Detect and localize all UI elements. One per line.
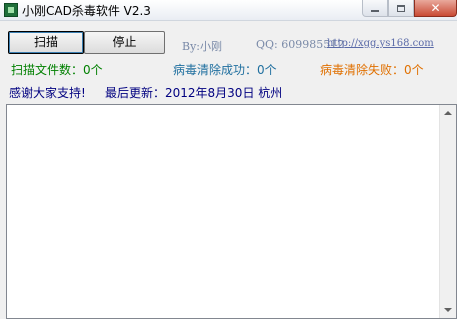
window-title: 小刚CAD杀毒软件 V2.3 (22, 4, 151, 18)
minimize-icon (371, 10, 379, 12)
close-button[interactable]: ✕ (414, 0, 457, 17)
author-label: By:小刚 (182, 40, 223, 53)
last-update-text: 最后更新：2012年8月30日 杭州 (105, 86, 283, 100)
close-icon: ✕ (430, 1, 441, 15)
minimize-button[interactable] (362, 0, 388, 17)
failed-count: 病毒清除失败：0个 (320, 63, 424, 77)
scroll-down-icon[interactable] (444, 308, 452, 312)
title-bar[interactable]: 小刚CAD杀毒软件 V2.3 ✕ (0, 0, 457, 21)
maximize-button[interactable] (388, 0, 414, 17)
stop-button[interactable]: 停止 (84, 31, 165, 54)
scanned-count: 扫描文件数：0个 (11, 63, 103, 77)
scan-log-box[interactable] (6, 104, 457, 319)
website-link[interactable]: http://xgg.ys168.com (327, 38, 434, 49)
thanks-text: 感谢大家支持! (9, 86, 86, 100)
scroll-up-icon[interactable] (444, 111, 452, 115)
cleaned-count: 病毒清除成功：0个 (173, 63, 277, 77)
vertical-scrollbar[interactable] (439, 105, 456, 318)
app-window: 小刚CAD杀毒软件 V2.3 ✕ 扫描 停止 By:小刚 QQ: 6099855… (0, 0, 457, 319)
app-icon (4, 3, 18, 17)
maximize-icon (397, 4, 405, 12)
scan-button[interactable]: 扫描 (8, 31, 84, 54)
